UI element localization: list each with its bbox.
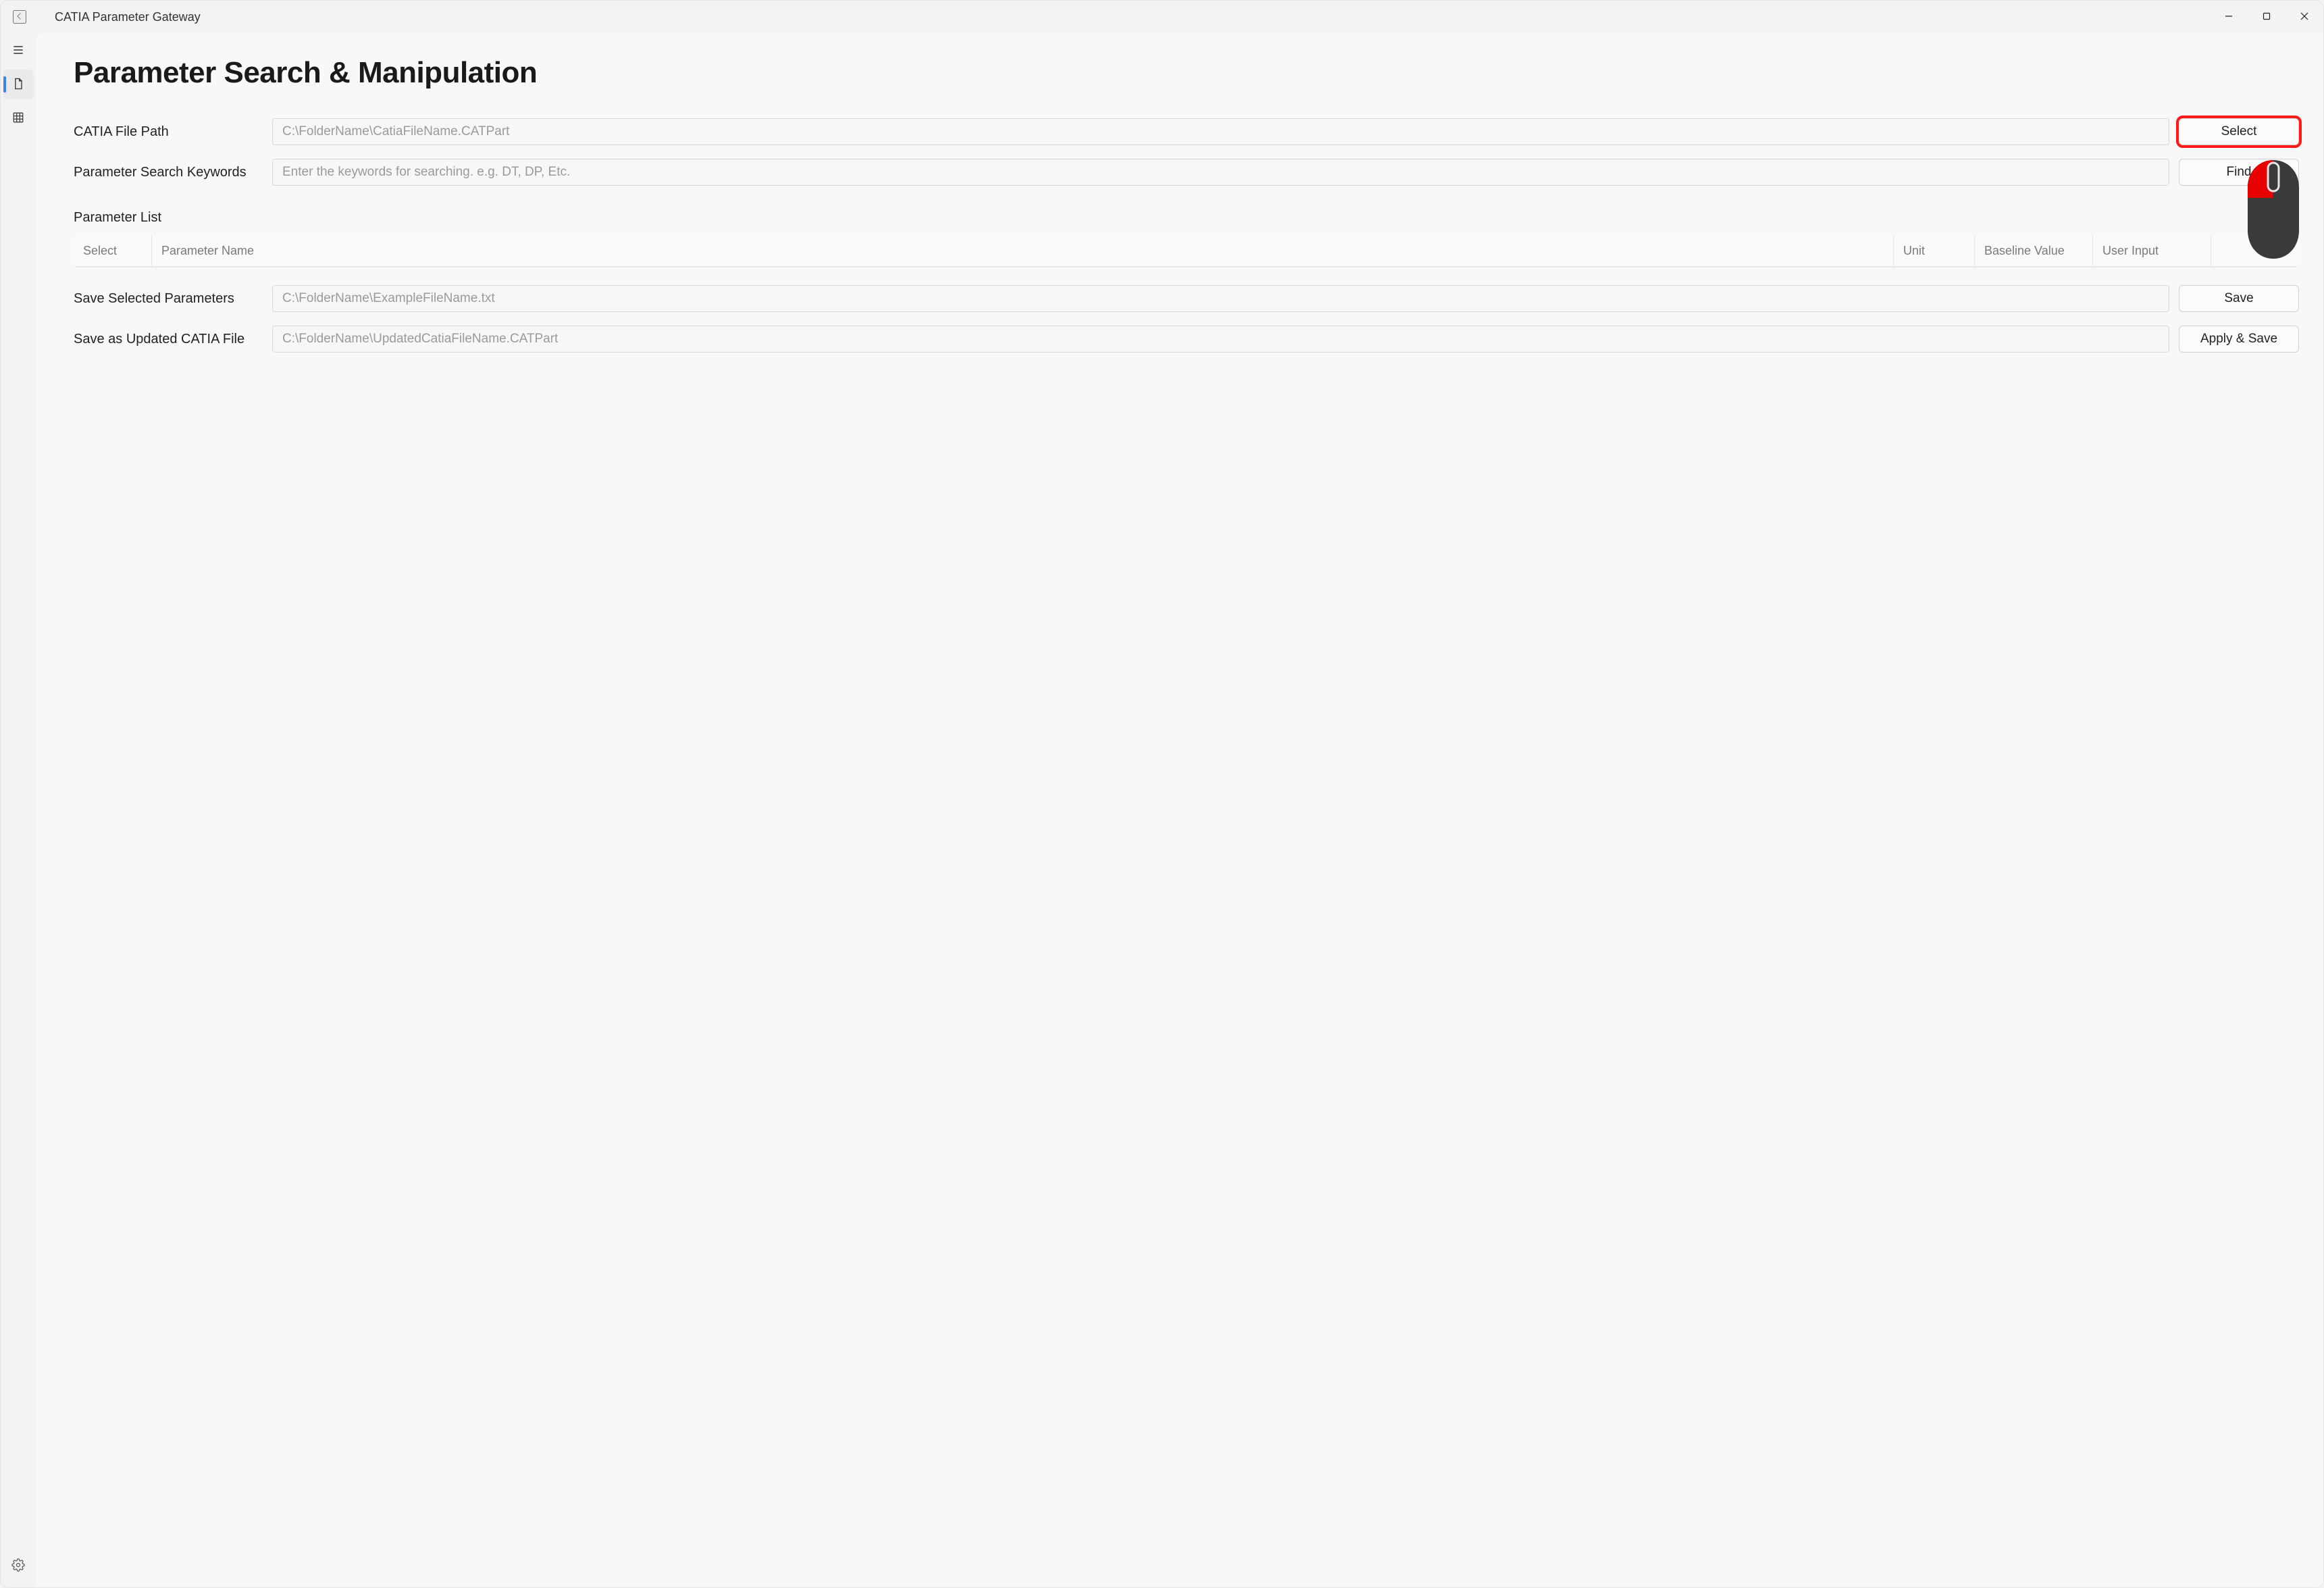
col-unit: Unit [1894, 235, 1975, 266]
nav-menu-button[interactable] [3, 36, 33, 66]
col-user-input: User Input [2093, 235, 2211, 266]
nav-page-button[interactable] [3, 70, 33, 99]
save-button[interactable]: Save [2179, 285, 2299, 312]
maximize-icon [2263, 12, 2271, 22]
maximize-button[interactable] [2248, 3, 2286, 31]
apply-save-button[interactable]: Apply & Save [2179, 326, 2299, 353]
nav-grid-button[interactable] [3, 103, 33, 133]
save-selected-field[interactable] [272, 285, 2169, 312]
select-button[interactable]: Select [2179, 118, 2299, 145]
row-catia-path: CATIA File Path Select [74, 118, 2299, 145]
find-button[interactable]: Find [2179, 159, 2299, 186]
settings-button[interactable] [3, 1551, 33, 1581]
arrow-left-icon [14, 10, 26, 24]
document-icon [11, 77, 25, 93]
col-select: Select [74, 235, 152, 266]
window-controls [2210, 3, 2323, 31]
catia-path-field[interactable] [272, 118, 2169, 145]
content-area: Parameter Search & Manipulation CATIA Fi… [36, 33, 2323, 1587]
col-baseline: Baseline Value [1975, 235, 2093, 266]
save-updated-field[interactable] [272, 326, 2169, 353]
gear-icon [11, 1558, 25, 1574]
app-title: CATIA Parameter Gateway [55, 10, 201, 24]
label-keywords: Parameter Search Keywords [74, 165, 263, 180]
label-save-selected: Save Selected Parameters [74, 291, 263, 307]
titlebar: CATIA Parameter Gateway [1, 1, 2323, 33]
grid-icon [12, 111, 24, 126]
page-title: Parameter Search & Manipulation [74, 56, 2299, 90]
parameter-list-heading: Parameter List [74, 210, 2299, 226]
table-header: Select Parameter Name Unit Baseline Valu… [74, 235, 2299, 266]
close-icon [2300, 12, 2308, 22]
keywords-field[interactable] [272, 159, 2169, 186]
app-window: CATIA Parameter Gateway [0, 0, 2324, 1588]
minimize-button[interactable] [2210, 3, 2248, 31]
table-separator [74, 266, 2299, 267]
hamburger-icon [11, 43, 25, 59]
parameter-table: Select Parameter Name Unit Baseline Valu… [74, 235, 2299, 267]
row-keywords: Parameter Search Keywords Find [74, 159, 2299, 186]
body: Parameter Search & Manipulation CATIA Fi… [1, 33, 2323, 1587]
col-trailing [2211, 235, 2299, 266]
sidebar [1, 33, 36, 1587]
minimize-icon [2225, 12, 2233, 22]
label-catia-path: CATIA File Path [74, 124, 263, 140]
row-save-updated: Save as Updated CATIA File Apply & Save [74, 326, 2299, 353]
back-button[interactable] [13, 10, 26, 24]
close-button[interactable] [2286, 3, 2323, 31]
titlebar-left: CATIA Parameter Gateway [1, 10, 201, 24]
row-save-selected: Save Selected Parameters Save [74, 285, 2299, 312]
label-save-updated: Save as Updated CATIA File [74, 332, 263, 347]
col-name: Parameter Name [152, 235, 1894, 266]
